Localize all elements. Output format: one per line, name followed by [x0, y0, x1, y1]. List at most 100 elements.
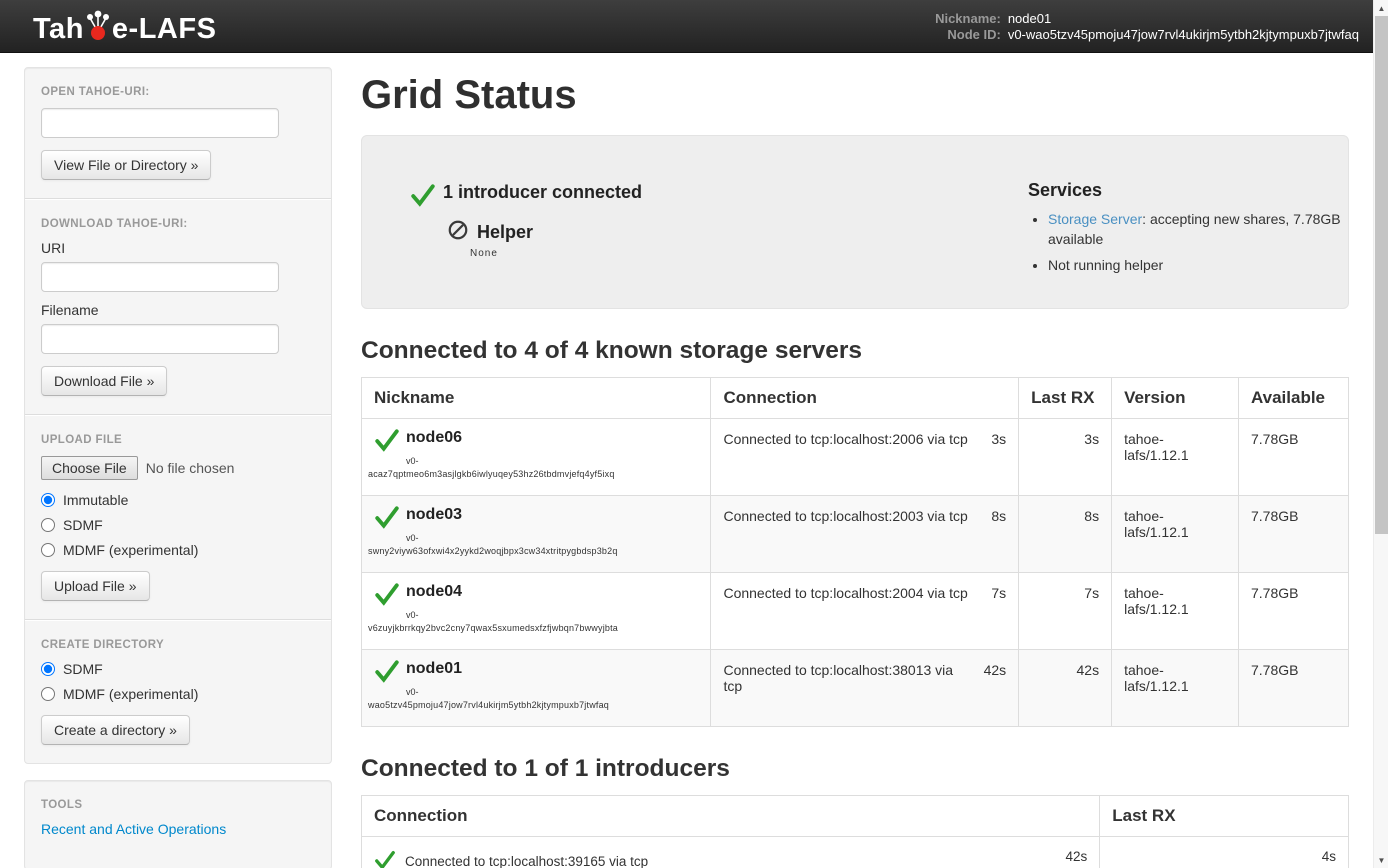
services-heading: Services: [1028, 180, 1346, 201]
recent-operations-link[interactable]: Recent and Active Operations: [41, 821, 226, 837]
open-tahoe-uri-heading: OPEN TAHOE-URI:: [41, 86, 315, 98]
filename-field-label: Filename: [41, 302, 315, 318]
dir-sdmf-radio[interactable]: [41, 662, 55, 676]
version-value: tahoe-lafs/1.12.1: [1112, 572, 1239, 649]
server-id-prefix: v0-: [406, 610, 704, 620]
version-value: tahoe-lafs/1.12.1: [1112, 649, 1239, 726]
storage-servers-heading: Connected to 4 of 4 known storage server…: [361, 337, 1349, 365]
tahoe-node-icon: [84, 6, 112, 46]
download-tahoe-uri-heading: DOWNLOAD TAHOE-URI:: [41, 218, 315, 230]
introducer-check-icon: [410, 182, 436, 213]
tools-panel: TOOLS Recent and Active Operations: [24, 780, 332, 868]
upload-file-button[interactable]: Upload File »: [41, 571, 150, 601]
introducers-heading: Connected to 1 of 1 introducers: [361, 755, 1349, 783]
upload-mdmf-radio[interactable]: [41, 543, 55, 557]
tools-heading: TOOLS: [41, 799, 315, 811]
last-rx-value: 7s: [1019, 572, 1112, 649]
col-nickname: Nickname: [362, 377, 711, 418]
server-nickname: node03: [406, 502, 462, 524]
open-uri-input[interactable]: [41, 108, 279, 138]
introducers-table-header-row: Connection Last RX: [362, 795, 1349, 836]
connection-text: Connected to tcp:localhost:2004 via tcp: [723, 585, 967, 601]
nickname-label: Nickname:: [935, 11, 1001, 26]
server-id-prefix: v0-: [406, 533, 704, 543]
node-id-value: v0-wao5tzv45pmoju47jow7rvl4ukirjm5ytbh2k…: [1008, 27, 1359, 42]
server-nickname: node01: [406, 656, 462, 678]
table-row: node01 v0- wao5tzv45pmoju47jow7rvl4ukirj…: [362, 649, 1349, 726]
upload-immutable-radio[interactable]: [41, 493, 55, 507]
divider: [25, 414, 331, 416]
nickname-value: node01: [1008, 11, 1359, 26]
last-rx-value: 3s: [1019, 418, 1112, 495]
table-row: node06 v0- acaz7qptmeo6m3asjlgkb6iwlyuqe…: [362, 418, 1349, 495]
scrollbar-thumb[interactable]: [1375, 16, 1388, 534]
scrollbar-down-arrow[interactable]: ▼: [1374, 852, 1388, 868]
connected-check-icon: [374, 581, 400, 610]
dir-mdmf-radio[interactable]: [41, 687, 55, 701]
dir-sdmf-label: SDMF: [63, 661, 103, 677]
node-id-label: Node ID:: [935, 27, 1001, 42]
grid-status-summary: 1 introducer connected Helper None Servi…: [361, 135, 1349, 309]
last-rx-value: 42s: [1019, 649, 1112, 726]
version-value: tahoe-lafs/1.12.1: [1112, 418, 1239, 495]
introducers-table: Connection Last RX Connected to tcp:loca…: [361, 795, 1349, 868]
col-available: Available: [1238, 377, 1348, 418]
view-file-or-directory-button[interactable]: View File or Directory »: [41, 150, 211, 180]
download-uri-input[interactable]: [41, 262, 279, 292]
connection-age: 3s: [991, 431, 1006, 447]
last-rx-value: 4s: [1100, 836, 1349, 868]
server-id-prefix: v0-: [406, 687, 704, 697]
upload-immutable-label: Immutable: [63, 492, 128, 508]
tahoe-lafs-logo: Tah e-LAFS: [33, 6, 216, 46]
choose-file-button[interactable]: Choose File: [41, 456, 138, 480]
sidebar-main-panel: OPEN TAHOE-URI: View File or Directory »…: [24, 67, 332, 764]
storage-server-link[interactable]: Storage Server: [1048, 211, 1142, 227]
page-title: Grid Status: [361, 71, 1349, 119]
sidebar: OPEN TAHOE-URI: View File or Directory »…: [24, 67, 332, 868]
dir-mdmf-label: MDMF (experimental): [63, 686, 198, 702]
connected-check-icon: [374, 504, 400, 533]
service-storage-item: Storage Server: accepting new shares, 7.…: [1048, 209, 1346, 250]
upload-file-heading: UPLOAD FILE: [41, 434, 315, 446]
page: Tah e-LAFS Nickname: node01 Node ID: v0-…: [0, 0, 1388, 868]
col-version: Version: [1112, 377, 1239, 418]
connected-check-icon: [374, 427, 400, 456]
helper-label: Helper: [477, 222, 533, 243]
server-nickname: node04: [406, 579, 462, 601]
download-file-button[interactable]: Download File »: [41, 366, 167, 396]
storage-servers-table: Nickname Connection Last RX Version Avai…: [361, 377, 1349, 727]
connection-text: Connected to tcp:localhost:39165 via tcp: [405, 854, 648, 868]
upload-mdmf-label: MDMF (experimental): [63, 542, 198, 558]
server-id-hash: v6zuyjkbrrkqy2bvc2cny7qwax5sxumedsxfzfjw…: [368, 623, 704, 633]
vertical-scrollbar[interactable]: ▲ ▼: [1373, 0, 1388, 868]
status-left: 1 introducer connected Helper None: [362, 180, 1028, 280]
connection-text: Connected to tcp:localhost:38013 via tcp: [723, 662, 973, 694]
connection-age: 7s: [991, 585, 1006, 601]
available-value: 7.78GB: [1238, 649, 1348, 726]
connected-check-icon: [374, 658, 400, 687]
table-row: node03 v0- swny2viyw63ofxwi4x2yykd2woqjb…: [362, 495, 1349, 572]
available-value: 7.78GB: [1238, 495, 1348, 572]
connection-age: 42s: [1065, 849, 1087, 864]
no-helper-icon: [447, 219, 469, 246]
divider: [25, 619, 331, 621]
upload-sdmf-radio[interactable]: [41, 518, 55, 532]
logo-text-pre: Tah: [33, 13, 84, 46]
table-row: node04 v0- v6zuyjkbrrkqy2bvc2cny7qwax5sx…: [362, 572, 1349, 649]
download-filename-input[interactable]: [41, 324, 279, 354]
col-last-rx: Last RX: [1019, 377, 1112, 418]
version-value: tahoe-lafs/1.12.1: [1112, 495, 1239, 572]
server-nickname: node06: [406, 425, 462, 447]
col-last-rx: Last RX: [1100, 795, 1349, 836]
available-value: 7.78GB: [1238, 418, 1348, 495]
connection-age: 8s: [991, 508, 1006, 524]
scrollbar-up-arrow[interactable]: ▲: [1374, 0, 1388, 16]
services-block: Services Storage Server: accepting new s…: [1028, 180, 1348, 280]
no-file-chosen-text: No file chosen: [146, 460, 235, 476]
create-directory-button[interactable]: Create a directory »: [41, 715, 190, 745]
server-id-prefix: v0-: [406, 456, 704, 466]
connected-check-icon: [374, 849, 396, 868]
table-row: Connected to tcp:localhost:39165 via tcp…: [362, 836, 1349, 868]
upload-sdmf-label: SDMF: [63, 517, 103, 533]
logo-text-post: e-LAFS: [112, 13, 217, 46]
